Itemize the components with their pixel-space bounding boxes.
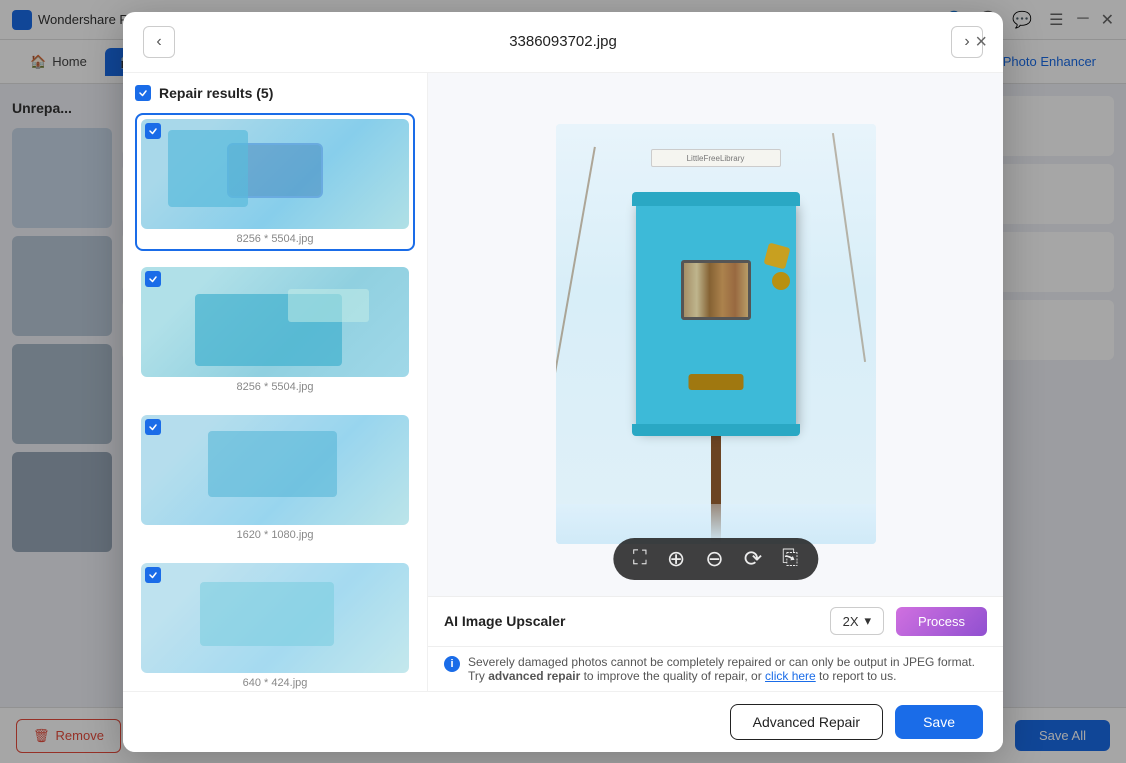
warning-bold: advanced repair bbox=[488, 669, 580, 683]
thumb-3-checkbox[interactable] bbox=[145, 419, 161, 435]
thumb-2-image bbox=[141, 267, 409, 377]
scale-select[interactable]: 2X ▾ bbox=[830, 607, 884, 635]
ai-upscaler-label: AI Image Upscaler bbox=[444, 613, 818, 629]
warning-post: to report to us. bbox=[816, 669, 897, 683]
dropdown-chevron-icon: ▾ bbox=[865, 613, 872, 629]
prev-image-button[interactable]: ‹ bbox=[143, 26, 175, 58]
process-button[interactable]: Process bbox=[896, 607, 987, 636]
advanced-repair-button[interactable]: Advanced Repair bbox=[730, 704, 883, 740]
thumb-4-label: 640 * 424.jpg bbox=[141, 677, 409, 689]
chevron-right-icon: › bbox=[964, 33, 969, 51]
thumb-1-label: 8256 * 5504.jpg bbox=[141, 233, 409, 245]
app-window: Wondershare Repairit 👤 🎧 💬 ☰ ─ ✕ 🏠 Home … bbox=[0, 0, 1126, 763]
preview-toolbar: ⛶ ⊕ ⊖ ⟳ ⎘ bbox=[613, 538, 818, 580]
info-icon: i bbox=[444, 656, 460, 672]
modal-overlay: ‹ 3386093702.jpg › × bbox=[0, 0, 1126, 763]
thumb-1-checkbox[interactable] bbox=[145, 123, 161, 139]
modal-header: ‹ 3386093702.jpg › × bbox=[123, 12, 1003, 73]
thumb-2-checkbox[interactable] bbox=[145, 271, 161, 287]
modal-filename: 3386093702.jpg bbox=[191, 33, 935, 50]
thumb-3-label: 1620 * 1080.jpg bbox=[141, 529, 409, 541]
preview-panel: LittleFreeLibrary bbox=[428, 73, 1003, 691]
repair-list-panel: Repair results (5) bbox=[123, 73, 428, 691]
repair-thumb-2[interactable]: 8256 * 5504.jpg bbox=[135, 261, 415, 399]
save-button[interactable]: Save bbox=[895, 705, 983, 739]
select-all-checkbox[interactable] bbox=[135, 85, 151, 101]
chevron-left-icon: ‹ bbox=[156, 33, 161, 51]
repair-thumb-3[interactable]: 1620 * 1080.jpg bbox=[135, 409, 415, 547]
warning-bar: i Severely damaged photos cannot be comp… bbox=[428, 646, 1003, 691]
repair-results-label: Repair results (5) bbox=[159, 85, 273, 101]
thumb-4-image bbox=[141, 563, 409, 673]
thumb-1-image bbox=[141, 119, 409, 229]
fullscreen-icon[interactable]: ⛶ bbox=[633, 547, 647, 570]
scale-value: 2X bbox=[843, 614, 859, 629]
preview-area: LittleFreeLibrary bbox=[428, 73, 1003, 596]
thumb-4-checkbox[interactable] bbox=[145, 567, 161, 583]
warning-text: Severely damaged photos cannot be comple… bbox=[468, 655, 987, 683]
thumb-3-image bbox=[141, 415, 409, 525]
zoom-out-icon[interactable]: ⊖ bbox=[705, 546, 723, 572]
repair-thumb-4[interactable]: 640 * 424.jpg bbox=[135, 557, 415, 691]
zoom-in-icon[interactable]: ⊕ bbox=[667, 546, 685, 572]
preview-image: LittleFreeLibrary bbox=[556, 124, 876, 544]
click-here-link[interactable]: click here bbox=[765, 669, 816, 683]
close-modal-button[interactable]: × bbox=[975, 32, 987, 52]
repair-results-header: Repair results (5) bbox=[135, 85, 415, 101]
modal-body: Repair results (5) bbox=[123, 73, 1003, 691]
modal-footer: Advanced Repair Save bbox=[123, 691, 1003, 752]
copy-icon[interactable]: ⎘ bbox=[782, 547, 798, 570]
repair-thumb-1[interactable]: 8256 * 5504.jpg bbox=[135, 113, 415, 251]
warning-mid: to improve the quality of repair, or bbox=[580, 669, 765, 683]
rotate-icon[interactable]: ⟳ bbox=[744, 546, 762, 572]
ai-upscaler-bar: AI Image Upscaler 2X ▾ Process bbox=[428, 596, 1003, 646]
modal-dialog: ‹ 3386093702.jpg › × bbox=[123, 12, 1003, 752]
thumb-2-label: 8256 * 5504.jpg bbox=[141, 381, 409, 393]
